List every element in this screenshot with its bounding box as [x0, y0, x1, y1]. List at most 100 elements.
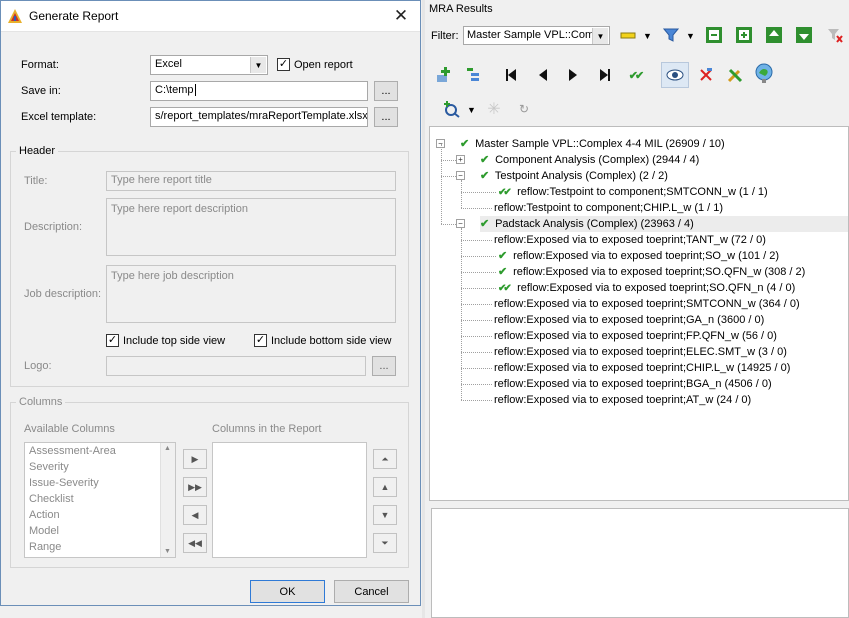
- tree-node[interactable]: reflow:Exposed via to exposed toeprint;S…: [494, 296, 800, 312]
- collapse-all-icon[interactable]: [703, 24, 725, 46]
- save-in-label: Save in:: [21, 85, 61, 97]
- available-column-item[interactable]: Assessment-Area: [25, 443, 175, 459]
- report-columns-list[interactable]: [212, 442, 367, 558]
- move-down-icon[interactable]: [793, 24, 815, 46]
- available-column-item[interactable]: Checklist: [25, 491, 175, 507]
- excel-template-input[interactable]: s/report_templates/mraReportTemplate.xls…: [150, 107, 368, 127]
- tree-node[interactable]: reflow:Exposed via to exposed toeprint;A…: [494, 392, 751, 408]
- tree-node[interactable]: reflow:Exposed via to exposed toeprint;C…: [494, 360, 790, 376]
- excel-template-browse-button[interactable]: ...: [374, 107, 398, 127]
- close-icon[interactable]: ✕: [388, 5, 414, 27]
- save-in-browse-button[interactable]: ...: [374, 81, 398, 101]
- header-group-title: Header: [16, 145, 59, 157]
- available-column-item[interactable]: Model: [25, 523, 175, 539]
- tree-node[interactable]: ✔ Padstack Analysis (Complex) (23963 / 4…: [480, 216, 848, 232]
- tree-node[interactable]: reflow:Exposed via to exposed toeprint;B…: [494, 376, 772, 392]
- move-bottom-icon: ⏷: [381, 537, 389, 548]
- next-icon[interactable]: [562, 64, 584, 86]
- available-column-item[interactable]: Severity: [25, 459, 175, 475]
- tree-node[interactable]: reflow:Exposed via to exposed toeprint;E…: [494, 344, 787, 360]
- tree-node[interactable]: ✔ reflow:Exposed via to exposed toeprint…: [498, 264, 805, 280]
- available-columns-list[interactable]: Assessment-Area Severity Issue-Severity Che…: [24, 442, 176, 558]
- open-report-checkbox[interactable]: ✓: [277, 58, 290, 71]
- double-check-icon[interactable]: ✔✔: [624, 64, 646, 86]
- view-eye-icon[interactable]: [661, 62, 689, 88]
- tree-node[interactable]: reflow:Testpoint to component;CHIP.L_w (…: [494, 200, 723, 216]
- save-in-input[interactable]: C:\temp: [150, 81, 368, 101]
- include-top-checkbox[interactable]: ✓: [106, 334, 119, 347]
- tree-view-icon[interactable]: [463, 64, 485, 86]
- cancel-button[interactable]: Cancel: [334, 580, 409, 603]
- description-input[interactable]: Type here report description: [106, 198, 396, 256]
- tools-icon[interactable]: [724, 64, 746, 86]
- last-icon[interactable]: [594, 64, 616, 86]
- filter-dropdown-icon[interactable]: ▼: [686, 31, 695, 41]
- tree-connector: [461, 384, 492, 385]
- tree-node[interactable]: ✔ Master Sample VPL::Complex 4-4 MIL (26…: [460, 136, 725, 152]
- available-column-item[interactable]: Range: [25, 539, 175, 555]
- waive-icon[interactable]: [695, 64, 717, 86]
- tree-node-label: reflow:Exposed via to exposed toeprint;S…: [494, 298, 800, 310]
- filter-icon[interactable]: [660, 24, 682, 46]
- collapse-icon[interactable]: −: [456, 171, 465, 180]
- ok-button[interactable]: OK: [250, 580, 325, 603]
- tree-connector: [441, 224, 456, 225]
- move-top-button[interactable]: ⏶: [373, 449, 397, 469]
- expand-all-icon[interactable]: [733, 24, 755, 46]
- remove-all-columns-button[interactable]: ◀◀: [183, 533, 207, 553]
- tree-node-label: reflow:Exposed via to exposed toeprint;T…: [494, 234, 766, 246]
- results-tree[interactable]: ✔ Master Sample VPL::Complex 4-4 MIL (26…: [429, 126, 849, 501]
- available-columns-scrollbar[interactable]: ▲ ▼: [160, 443, 175, 557]
- format-value: Excel: [155, 58, 182, 70]
- job-description-input[interactable]: Type here job description: [106, 265, 396, 323]
- add-search-dropdown-icon[interactable]: ▼: [467, 105, 476, 115]
- arrow-right-icon: ▶: [191, 453, 199, 464]
- tree-node[interactable]: reflow:Exposed via to exposed toeprint;T…: [494, 232, 766, 248]
- move-bottom-button[interactable]: ⏷: [373, 533, 397, 553]
- previous-icon[interactable]: [532, 64, 554, 86]
- scroll-down-icon[interactable]: ▼: [164, 548, 171, 555]
- logo-browse-button[interactable]: ...: [372, 356, 396, 376]
- collapse-icon[interactable]: −: [456, 219, 465, 228]
- move-down-button[interactable]: ▼: [373, 505, 397, 525]
- tree-node[interactable]: ✔ reflow:Exposed via to exposed toeprint…: [498, 248, 779, 264]
- tree-node-label: reflow:Exposed via to exposed toeprint;B…: [494, 378, 772, 390]
- tree-node[interactable]: reflow:Exposed via to exposed toeprint;G…: [494, 312, 764, 328]
- filter-select[interactable]: Master Sample VPL::Compl ▼: [463, 26, 610, 45]
- tree-connector: [461, 400, 492, 401]
- clear-filter-icon[interactable]: [824, 24, 846, 46]
- job-description-placeholder: Type here job description: [111, 270, 234, 282]
- tree-node[interactable]: ✔ Component Analysis (Complex) (2944 / 4…: [480, 152, 699, 168]
- highlight-icon[interactable]: [617, 24, 639, 46]
- add-column-button[interactable]: ▶: [183, 449, 207, 469]
- add-all-columns-button[interactable]: ▶▶: [183, 477, 207, 497]
- tree-node-label: reflow:Testpoint to component;CHIP.L_w (…: [494, 202, 724, 214]
- logo-input[interactable]: [106, 356, 366, 376]
- format-select[interactable]: Excel ▼: [150, 55, 268, 75]
- tree-node[interactable]: ✔✔ reflow:Exposed via to exposed toeprin…: [498, 280, 795, 296]
- check-icon: ✔: [460, 138, 470, 150]
- add-search-icon[interactable]: [441, 98, 463, 120]
- columns-group-title: Columns: [16, 396, 66, 408]
- available-column-item[interactable]: Issue-Severity: [25, 475, 175, 491]
- remove-column-button[interactable]: ◀: [183, 505, 207, 525]
- chevron-down-icon: ▼: [592, 28, 608, 44]
- move-up-button[interactable]: ▲: [373, 477, 397, 497]
- title-input[interactable]: Type here report title: [106, 171, 396, 191]
- scroll-up-icon[interactable]: ▲: [164, 445, 171, 452]
- move-up-icon[interactable]: [763, 24, 785, 46]
- tree-node[interactable]: ✔✔ reflow:Testpoint to component;SMTCONN…: [498, 184, 768, 200]
- tree-connector: [441, 160, 456, 161]
- tree-connector: [461, 304, 492, 305]
- first-icon[interactable]: [500, 64, 522, 86]
- highlight-dropdown-icon[interactable]: ▼: [643, 31, 652, 41]
- tree-node[interactable]: reflow:Exposed via to exposed toeprint;F…: [494, 328, 777, 344]
- available-column-item[interactable]: Action: [25, 507, 175, 523]
- tree-node[interactable]: ✔ Testpoint Analysis (Complex) (2 / 2): [480, 168, 668, 184]
- add-item-icon[interactable]: [433, 64, 455, 86]
- include-bottom-checkbox[interactable]: ✓: [254, 334, 267, 347]
- check-icon: ✔: [498, 250, 508, 262]
- expand-icon[interactable]: +: [456, 155, 465, 164]
- help-globe-icon[interactable]: [753, 63, 775, 85]
- redo-icon[interactable]: ↻: [513, 98, 535, 120]
